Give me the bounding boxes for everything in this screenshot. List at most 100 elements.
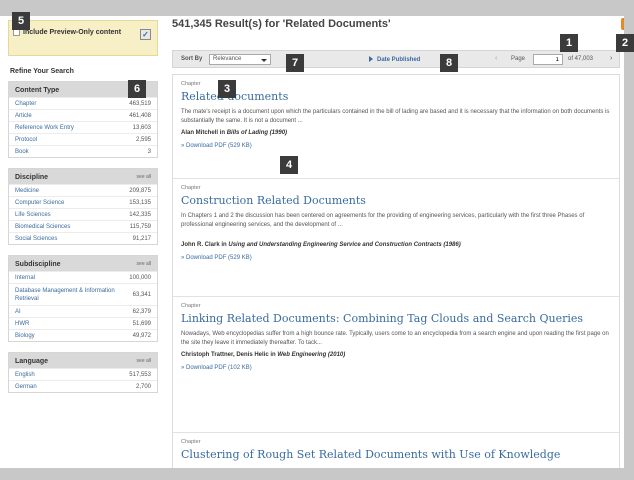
facet-item-count: 461,408	[129, 113, 151, 119]
facet-item-label: Life Sciences	[15, 212, 51, 218]
results-title: 541,345 Result(s) for 'Related Documents…	[172, 18, 391, 30]
facet-item-count: 63,341	[132, 292, 151, 298]
facet-item-count: 2,595	[135, 137, 151, 143]
facet-item-label: Social Sciences	[15, 236, 58, 242]
page-total: of 47,003	[568, 56, 594, 62]
facet-item-count: 115,759	[129, 224, 151, 230]
callout-marker: 2	[616, 34, 634, 52]
facet-item-label: HWR	[15, 321, 30, 327]
content-type-label: Chapter	[181, 439, 201, 445]
facet-item[interactable]: Medicine 209,875	[9, 184, 157, 196]
facet-item-label: English	[15, 372, 35, 378]
facet-item-count: 3	[147, 149, 151, 155]
callout-marker: 1	[560, 34, 578, 52]
callout-marker: 5	[12, 12, 30, 30]
facet-item[interactable]: Protocol 2,595	[9, 133, 157, 145]
result-item: Chapter Linking Related Documents: Combi…	[173, 297, 619, 433]
facet-discipline: Discipline see all Medicine 209,875 Compu…	[8, 168, 158, 245]
page-number-input[interactable]	[533, 54, 563, 65]
facet-item-count: 100,000	[129, 275, 151, 281]
facet-item-label: Database Management & Information Retrie…	[15, 288, 115, 302]
prev-page-button[interactable]: ‹	[495, 55, 497, 62]
facet-item[interactable]: HWR 51,699	[9, 317, 157, 329]
preview-only-toggle[interactable]: Include Preview-Only content ✓	[8, 20, 158, 56]
download-pdf-link[interactable]: » Download PDF (529 KB)	[181, 143, 611, 159]
facet-item-label: Book	[15, 149, 29, 155]
facet-item-count: 153,135	[129, 200, 151, 206]
triangle-right-icon	[369, 56, 373, 62]
callout-marker: 4	[280, 156, 298, 174]
facet-item[interactable]: English 517,553	[9, 368, 157, 380]
facet-item[interactable]: Reference Work Entry 13,603	[9, 121, 157, 133]
result-snippet: In Chapters 1 and 2 the discussion has b…	[181, 213, 585, 228]
content-type-label: Chapter	[181, 303, 201, 309]
facet-title: Subdiscipline	[15, 261, 61, 268]
sort-by-select[interactable]: Relevance	[209, 54, 271, 65]
result-title-link[interactable]: Clustering of Rough Set Related Document…	[181, 448, 611, 461]
facet-header: Subdiscipline see all	[9, 256, 157, 271]
facet-item-count: 49,972	[132, 333, 151, 339]
facet-item-label: Article	[15, 113, 32, 119]
callout-marker: 3	[218, 80, 236, 98]
facet-item[interactable]: Biology 49,972	[9, 329, 157, 341]
see-all-link[interactable]: see all	[137, 174, 151, 180]
facet-item[interactable]: Chapter 463,519	[9, 97, 157, 109]
facet-title: Language	[15, 358, 49, 365]
result-author: Alan Mitchell in Bills of Lading (1990)	[181, 130, 611, 136]
facet-item-count: 62,379	[132, 309, 151, 315]
result-snippet: Nowadays, Web encyclopedias suffer from …	[181, 331, 609, 346]
facet-item[interactable]: Computer Science 153,135	[9, 196, 157, 208]
facet-subdiscipline: Subdiscipline see all Internal 100,000 Da…	[8, 255, 158, 342]
facet-item-count: 209,875	[129, 188, 151, 194]
content-type-label: Chapter	[181, 81, 201, 87]
preview-check-icon[interactable]: ✓	[140, 29, 151, 40]
download-pdf-link[interactable]: » Download PDF (529 KB)	[181, 255, 611, 271]
callout-marker: 7	[286, 54, 304, 72]
author-names: John R. Clark in	[181, 242, 227, 248]
facet-item-count: 13,603	[132, 125, 151, 131]
see-all-link[interactable]: see all	[137, 358, 151, 364]
result-author: John R. Clark in Using and Understanding…	[181, 242, 611, 248]
result-title-link[interactable]: Linking Related Documents: Combining Tag…	[181, 312, 611, 325]
author-names: Christoph Trattner, Denis Helic in	[181, 352, 276, 358]
facet-title: Content Type	[15, 87, 60, 94]
result-item: Chapter Related documents The mate's rec…	[173, 75, 619, 179]
main-content: 541,345 Result(s) for 'Related Documents…	[172, 16, 634, 480]
facet-title: Discipline	[15, 174, 49, 181]
facet-item[interactable]: German 2,700	[9, 380, 157, 392]
results-toolbar: Sort By Relevance Date Published ‹ Page …	[172, 50, 620, 68]
date-published-toggle[interactable]: Date Published	[369, 56, 420, 63]
refine-search-title: Refine Your Search	[10, 68, 74, 75]
facet-item-count: 142,335	[129, 212, 151, 218]
preview-only-checkbox[interactable]	[13, 29, 20, 36]
see-all-link[interactable]: see all	[137, 261, 151, 267]
facet-item[interactable]: Social Sciences 91,217	[9, 232, 157, 244]
facet-item[interactable]: Book 3	[9, 145, 157, 157]
facet-item[interactable]: Article 461,408	[9, 109, 157, 121]
facet-item[interactable]: Life Sciences 142,335	[9, 208, 157, 220]
sort-by-label: Sort By	[181, 56, 203, 62]
facet-item[interactable]: AI 62,379	[9, 305, 157, 317]
facet-item[interactable]: Database Management & Information Retrie…	[9, 283, 157, 305]
result-title-link[interactable]: Construction Related Documents	[181, 194, 611, 207]
result-title-link[interactable]: Related documents	[181, 90, 611, 103]
facet-header: Discipline see all	[9, 169, 157, 184]
facet-item[interactable]: Internal 100,000	[9, 271, 157, 283]
facet-item[interactable]: Biomedical Sciences 115,759	[9, 220, 157, 232]
callout-marker: 8	[440, 54, 458, 72]
download-pdf-link[interactable]: » Download PDF (102 KB)	[181, 365, 611, 381]
bottom-border	[0, 468, 634, 480]
results-list: Chapter Related documents The mate's rec…	[172, 74, 620, 480]
page-label: Page	[511, 56, 526, 62]
result-source[interactable]: Bills of Lading (1990)	[227, 130, 287, 136]
result-source[interactable]: Web Engineering (2010)	[277, 352, 345, 358]
date-published-label: Date Published	[377, 57, 421, 63]
result-item: Chapter Construction Related Documents I…	[173, 179, 619, 297]
result-source[interactable]: Using and Understanding Engineering Serv…	[228, 242, 460, 248]
app-frame: Include Preview-Only content ✓ Refine Yo…	[0, 0, 634, 480]
preview-only-label: Include Preview-Only content	[23, 29, 122, 36]
facet-item-count: 51,699	[132, 321, 151, 327]
next-page-button[interactable]: ›	[610, 55, 612, 62]
right-border	[624, 0, 634, 480]
facet-item-label: Computer Science	[15, 200, 65, 206]
